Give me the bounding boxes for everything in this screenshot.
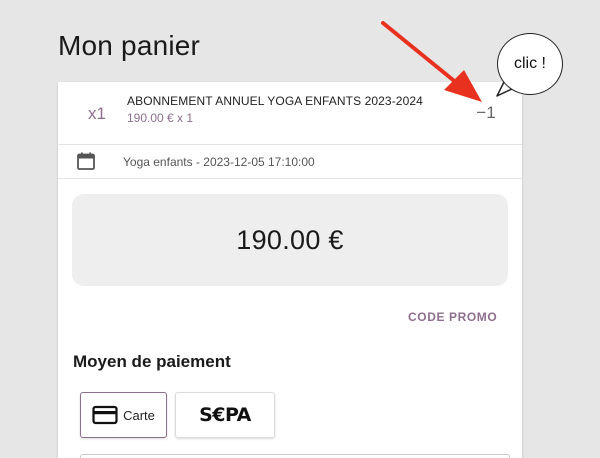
session-row: Yoga enfants - 2023-12-05 17:10:00 <box>58 145 522 179</box>
payment-details-field[interactable] <box>80 454 510 458</box>
cart-card: x1 ABONNEMENT ANNUEL YOGA ENFANTS 2023-2… <box>58 82 522 458</box>
item-price-line: 190.00 € x 1 <box>127 111 194 125</box>
session-label: Yoga enfants - 2023-12-05 17:10:00 <box>123 155 315 169</box>
payment-method-card-label: Carte <box>123 407 155 423</box>
credit-card-icon <box>92 405 118 425</box>
payment-section-title: Moyen de paiement <box>73 352 231 371</box>
calendar-icon <box>77 152 95 170</box>
item-quantity: x1 <box>88 104 106 123</box>
decrement-quantity-button[interactable]: −1 <box>468 101 504 125</box>
speech-bubble: clic ! <box>497 33 563 95</box>
item-name: ABONNEMENT ANNUEL YOGA ENFANTS 2023-2024 <box>127 94 423 108</box>
payment-method-card-button[interactable]: Carte <box>80 392 167 438</box>
total-amount: 190.00 € <box>236 224 344 255</box>
cart-page: Mon panier x1 ABONNEMENT ANNUEL YOGA ENF… <box>0 0 600 458</box>
total-box: 190.00 € <box>72 194 508 286</box>
payment-method-sepa-button[interactable]: S€PA <box>175 392 275 438</box>
page-title: Mon panier <box>58 30 201 61</box>
promo-code-button[interactable]: CODE PROMO <box>408 310 497 324</box>
speech-bubble-text: clic ! <box>514 55 546 72</box>
sepa-logo: S€PA <box>199 404 251 426</box>
cart-item-row: x1 ABONNEMENT ANNUEL YOGA ENFANTS 2023-2… <box>58 82 522 145</box>
